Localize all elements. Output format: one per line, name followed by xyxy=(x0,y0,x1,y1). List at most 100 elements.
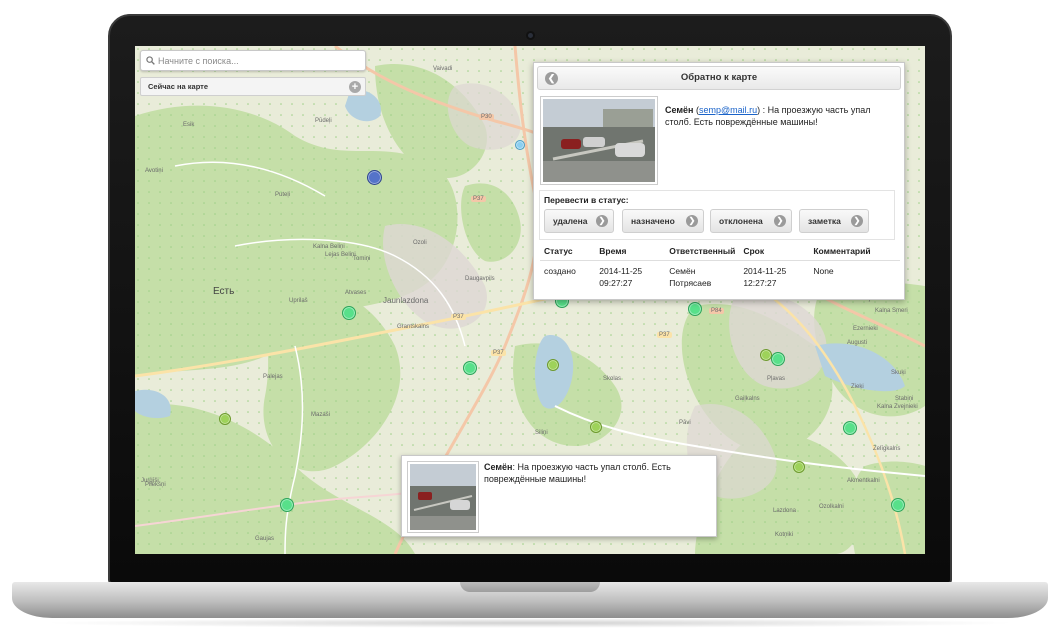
status-button-assigned[interactable]: назначено ❯ xyxy=(622,209,704,233)
column-header: Комментарий xyxy=(809,243,900,261)
road-shield: P37 xyxy=(657,332,672,338)
road-shield: P84 xyxy=(709,308,724,314)
map-place-label: Daugavpils xyxy=(465,276,495,282)
table-cell: создано xyxy=(544,266,576,276)
chevron-right-icon: ❯ xyxy=(596,215,608,227)
popup-message-text: На проезжую часть упал столб. Есть повре… xyxy=(484,462,671,484)
report-message: Семён (semp@mail.ru) : На проезжую часть… xyxy=(665,105,871,127)
status-button-deleted[interactable]: удалена ❯ xyxy=(544,209,614,233)
column-header: Ответственный xyxy=(665,243,740,261)
status-button-label: удалена xyxy=(553,216,588,226)
status-button-label: отклонена xyxy=(719,216,763,226)
map-place-label: Skolas xyxy=(603,376,622,382)
map-place-label: Pūdeļi xyxy=(315,118,332,124)
chevron-right-icon: ❯ xyxy=(774,215,786,227)
map-marker[interactable] xyxy=(590,421,602,433)
popup-author: Семён xyxy=(484,462,513,472)
map-marker[interactable] xyxy=(280,498,294,512)
map-marker[interactable] xyxy=(547,359,559,371)
table-row: создано 2014-11-25 09:27:27 Семён Потряс… xyxy=(540,261,900,294)
popup-photo-image xyxy=(410,464,476,530)
map-place-label: Tomiņi xyxy=(353,256,371,262)
status-change-label: Перевести в статус: xyxy=(544,195,629,205)
report-message-text: На проезжую часть упал столб. Есть повре… xyxy=(665,105,871,127)
map-place-label: Kalna Smeri xyxy=(875,308,908,314)
map-place-label: Mazaši xyxy=(311,412,331,418)
map-place-label: Stabiņi xyxy=(895,396,914,402)
status-button-rejected[interactable]: отклонена ❯ xyxy=(710,209,792,233)
author-email-link[interactable]: semp@mail.ru xyxy=(699,105,757,115)
table-cell: None xyxy=(813,266,834,276)
map-marker[interactable] xyxy=(843,421,857,435)
popup-photo[interactable] xyxy=(407,461,479,533)
now-on-map-label: Сейчас на карте xyxy=(148,82,209,91)
map-marker[interactable] xyxy=(793,461,805,473)
map-place-label: Kotņiki xyxy=(775,532,794,538)
status-button-note[interactable]: заметка ❯ xyxy=(799,209,869,233)
back-arrow-icon[interactable]: ❮ xyxy=(545,72,558,85)
popup-message: Семён: На проезжую часть упал столб. Ест… xyxy=(484,462,671,484)
road-shield: P30 xyxy=(479,114,494,120)
report-author: Семён xyxy=(665,105,694,115)
laptop-shadow xyxy=(40,618,1020,628)
map-highlight-label: Есть xyxy=(213,286,235,297)
map-place-label: Pļavas xyxy=(767,376,786,382)
map-marker[interactable] xyxy=(688,302,702,316)
status-button-label: заметка xyxy=(808,216,841,226)
report-preview-popup[interactable]: Семён: На проезжую часть упал столб. Ест… xyxy=(401,455,717,537)
map-place-label: Skuķi xyxy=(891,370,906,376)
map-screen[interactable]: Vaivadi Esik Avotiņi Pūdeļi Puteļi Kalna… xyxy=(135,46,925,554)
map-place-label: Avotiņi xyxy=(145,168,163,174)
column-header: Срок xyxy=(739,243,810,261)
map-marker[interactable] xyxy=(771,352,785,366)
now-on-map-bar[interactable]: Сейчас на карте + xyxy=(140,77,366,96)
map-place-label: Lejas Beliņi xyxy=(325,252,356,258)
laptop-notch xyxy=(460,582,600,592)
map-place-label: Puteļi xyxy=(275,192,291,198)
map-place-label: Siliņi xyxy=(535,430,548,436)
road-shield: P37 xyxy=(471,196,486,202)
table-cell: Семён Потрясаев xyxy=(669,266,712,288)
map-place-label: Jaunlazdona xyxy=(383,296,429,305)
map-place-label: Ozoli xyxy=(413,240,427,246)
map-place-label: Augusti xyxy=(847,340,868,346)
map-place-label: Kalna Beliņi xyxy=(313,244,345,250)
table-cell: 2014-11-25 09:27:27 xyxy=(599,266,643,288)
map-marker[interactable] xyxy=(342,306,356,320)
search-box[interactable] xyxy=(140,50,366,71)
back-to-map-title: Обратно к карте xyxy=(680,72,758,83)
map-place-label: Akmentkalni xyxy=(847,478,880,484)
plus-icon[interactable]: + xyxy=(349,81,361,93)
back-to-map-bar[interactable]: Обратно к карте ❮ xyxy=(537,66,901,90)
map-place-label: Kalna Zvejnieki xyxy=(877,404,918,410)
map-marker[interactable] xyxy=(515,140,525,150)
status-button-label: назначено xyxy=(631,216,675,226)
report-detail-panel: Обратно к карте ❮ Семён (semp@mail.ru) : xyxy=(533,62,905,300)
map-place-label: Gaujas xyxy=(255,536,275,542)
search-input[interactable] xyxy=(158,54,358,68)
map-place-label: Zelīgkalns xyxy=(873,446,901,452)
table-cell: 2014-11-25 12:27:27 xyxy=(743,266,787,288)
road-shield: P37 xyxy=(451,314,466,320)
map-marker[interactable] xyxy=(367,170,382,185)
column-header: Время xyxy=(595,243,666,261)
map-place-label: Esik xyxy=(183,122,195,128)
map-place-label: Atvases xyxy=(345,290,367,296)
column-header: Статус xyxy=(540,243,596,261)
map-marker[interactable] xyxy=(463,361,477,375)
map-place-label: Zieķi xyxy=(851,384,864,390)
map-place-label: Lazdona xyxy=(773,508,797,514)
map-marker[interactable] xyxy=(891,498,905,512)
report-photo[interactable] xyxy=(540,96,658,185)
map-place-label: Palejas xyxy=(263,374,283,380)
chevron-right-icon: ❯ xyxy=(686,215,698,227)
map-place-label: Vaivadi xyxy=(433,66,453,72)
map-place-label: Grantskalns xyxy=(397,324,430,330)
map-place-label: Gaiļkalns xyxy=(735,396,760,402)
status-change-box: Перевести в статус: удалена ❯ назначено … xyxy=(539,190,895,240)
map-place-label: Jurģīši xyxy=(141,478,159,484)
map-place-label: Ezernieki xyxy=(853,326,878,332)
map-marker[interactable] xyxy=(219,413,231,425)
map-place-label: Uprilaš xyxy=(289,298,308,304)
map-place-label: Ozolkalni xyxy=(819,504,844,510)
